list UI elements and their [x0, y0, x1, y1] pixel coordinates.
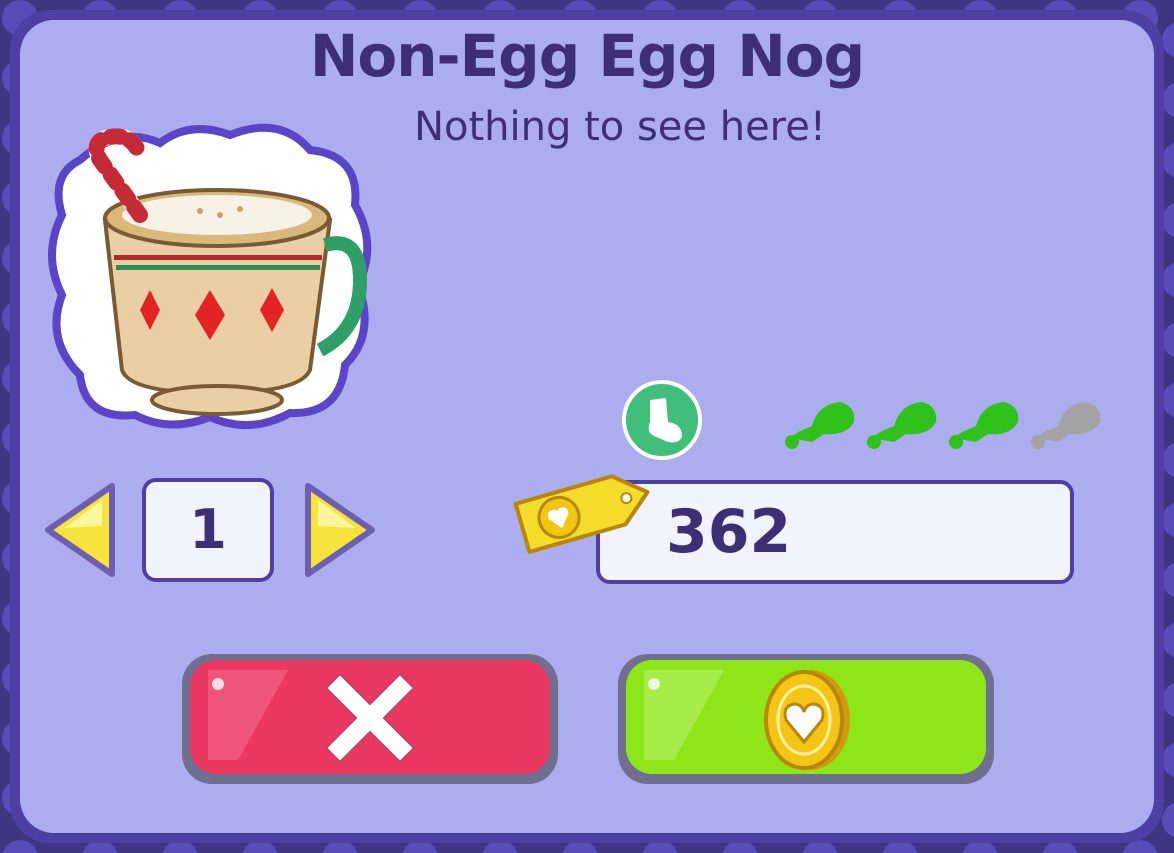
- arrow-left-icon[interactable]: [42, 480, 120, 580]
- drumstick-icon: [1031, 402, 1101, 449]
- drumstick-icon: [949, 402, 1019, 449]
- egg-nog-mug-icon: [48, 123, 372, 429]
- price-value: 362: [666, 497, 792, 567]
- sock-icon: [622, 380, 702, 460]
- shop-dialog: Non-Egg Egg Nog Nothing to see here! 1 3…: [0, 0, 1174, 853]
- cancel-button[interactable]: [178, 650, 562, 788]
- item-title: Non-Egg Egg Nog: [309, 22, 865, 90]
- arrow-right-icon[interactable]: [300, 480, 378, 580]
- drumstick-icon: [785, 402, 855, 449]
- drumstick-icon: [867, 402, 937, 449]
- hunger-meter: [780, 392, 1106, 452]
- price-tag-icon: [513, 474, 650, 554]
- price-field: 362: [596, 480, 1074, 584]
- coin-icon: [764, 670, 850, 770]
- quantity-value[interactable]: 1: [142, 478, 274, 582]
- buy-button[interactable]: [614, 650, 998, 788]
